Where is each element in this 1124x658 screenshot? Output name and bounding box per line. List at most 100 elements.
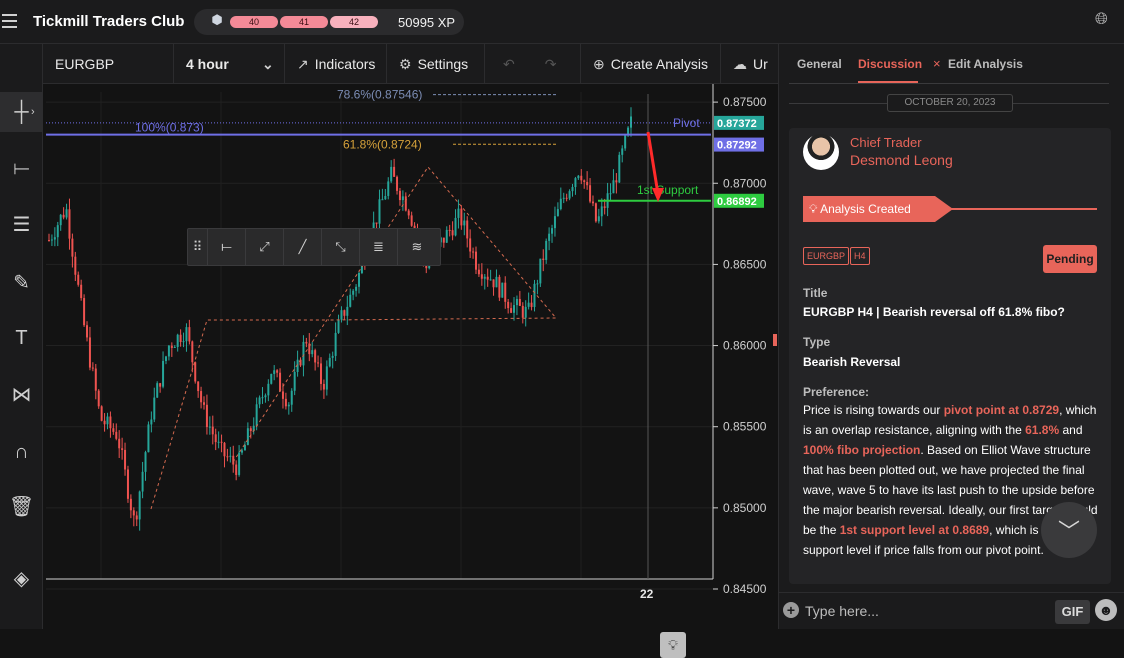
y-tick-label: 0.85500 <box>723 420 767 434</box>
candle-body <box>618 154 621 183</box>
ray-icon[interactable]: ⤢ <box>246 229 284 265</box>
candle-body <box>200 391 203 403</box>
y-tick-label: 0.86000 <box>723 339 767 353</box>
candle-body <box>217 441 220 443</box>
candle-body <box>375 222 378 224</box>
candle-body <box>121 448 124 450</box>
candle-body <box>191 341 194 363</box>
xp-level-1: 40 <box>230 16 278 28</box>
highlighted-text: pivot point at 0.8729 <box>943 403 1060 417</box>
candle-body <box>343 310 346 316</box>
candle-body <box>597 216 600 222</box>
redo-icon[interactable]: ↷ <box>545 56 557 72</box>
hamburger-menu-icon[interactable] <box>2 14 17 28</box>
price-chart[interactable]: 0.87500 0.87000 0.86500 0.86000 0.85500 0.850… <box>43 84 778 658</box>
trash-icon[interactable]: 🗑︎ <box>0 486 43 526</box>
xp-progress[interactable]: ⬢ 40 41 42 50995 XP <box>194 9 464 35</box>
brush-icon[interactable]: ✎ <box>0 262 43 302</box>
candle-body <box>492 279 495 288</box>
candle-body <box>179 334 182 342</box>
candle-body <box>170 345 173 348</box>
tab-discussion[interactable]: Discussion <box>858 57 922 83</box>
chevron-right-icon[interactable]: › <box>31 106 35 118</box>
candle-body <box>173 347 176 349</box>
undo-redo-group: ↶ ↷ <box>485 44 581 84</box>
chart-canvas[interactable]: 0.87500 0.87000 0.86500 0.86000 0.85500 0.850… <box>43 84 778 612</box>
candle-body <box>317 362 320 364</box>
indicators-button[interactable]: ↗ Indicators <box>285 44 387 84</box>
candle-body <box>401 196 404 201</box>
candle-body <box>603 206 606 208</box>
fib-channel-icon[interactable]: ≋ <box>398 229 436 265</box>
gear-icon: ⚙ <box>399 56 412 72</box>
candle-body <box>518 298 521 306</box>
candle-body <box>249 428 252 432</box>
candle-body <box>94 368 97 391</box>
candle-body <box>577 175 580 179</box>
candle-body <box>238 452 241 475</box>
symbol-selector[interactable]: EURGBP <box>43 44 174 84</box>
candle-body <box>235 464 238 475</box>
candle-body <box>358 273 361 287</box>
scroll-down-button[interactable]: ﹀ <box>1041 502 1097 558</box>
line-icon[interactable]: ⟝ <box>0 148 43 188</box>
highlighted-text: 61.8% <box>1025 423 1060 437</box>
candle-body <box>65 209 68 218</box>
candle-body <box>261 397 264 399</box>
magnet-icon[interactable]: ∩ <box>0 432 43 472</box>
drag-handle-icon[interactable]: ⠿ <box>188 229 208 265</box>
y-tick-label: 0.87500 <box>723 95 767 109</box>
horizontal-ray-icon[interactable]: ⟝ <box>208 229 246 265</box>
candle-body <box>71 238 74 257</box>
candle-body <box>273 370 276 374</box>
candle-body <box>545 240 548 260</box>
trend-line-icon[interactable]: ╱ <box>284 229 322 265</box>
candle-body <box>115 431 118 439</box>
tab-general[interactable]: General <box>797 57 842 71</box>
settings-button[interactable]: ⚙ Settings <box>387 44 485 84</box>
candle-body <box>393 166 396 177</box>
emoji-icon[interactable]: ☻ <box>1095 599 1117 621</box>
candle-body <box>188 327 191 342</box>
timeframe-dropdown[interactable]: 4 hour ⌄ <box>174 44 285 84</box>
tab-edit-analysis[interactable]: Edit Analysis <box>948 57 1023 71</box>
symbol-label: EURGBP <box>55 56 115 72</box>
create-analysis-button[interactable]: ⊕ Create Analysis <box>581 44 721 84</box>
candle-body <box>559 198 562 210</box>
extended-line-icon[interactable]: ⤡ <box>322 229 360 265</box>
candle-body <box>229 455 232 457</box>
candle-body <box>410 215 413 226</box>
lightbulb-icon[interactable]: 💡︎ <box>660 632 686 658</box>
candle-body <box>442 237 445 243</box>
layers-icon[interactable]: ◈ <box>0 558 43 598</box>
text-icon[interactable]: T <box>0 318 43 358</box>
fib-icon[interactable]: ☰ <box>0 204 43 244</box>
status-banner: 💡︎ Analysis Created <box>803 196 953 222</box>
gif-button[interactable]: GIF <box>1055 600 1090 624</box>
candle-body <box>91 367 94 369</box>
candle-body <box>349 294 352 307</box>
message-input[interactable] <box>805 599 1045 623</box>
globe-icon[interactable]: 🌐︎ <box>1095 11 1108 29</box>
candle-body <box>530 302 533 308</box>
avatar[interactable] <box>803 134 839 170</box>
candle-body <box>565 197 568 199</box>
candle-body <box>469 238 472 252</box>
crosshair-icon[interactable]: ┼ <box>0 92 43 132</box>
price-tag-label: 0.86892 <box>717 196 757 208</box>
y-tick-label: 0.84500 <box>723 582 767 596</box>
candle-body <box>241 450 244 453</box>
candle-body <box>501 282 504 298</box>
parallel-channel-icon[interactable]: ≣ <box>360 229 398 265</box>
type-label: Type <box>803 335 831 349</box>
pattern-icon[interactable]: ⋈ <box>0 374 43 414</box>
close-icon[interactable]: × <box>933 56 941 71</box>
add-attachment-icon[interactable]: + <box>783 602 799 618</box>
candle-body <box>319 363 322 384</box>
undo-icon[interactable]: ↶ <box>503 56 515 72</box>
status-timeline <box>949 208 1097 210</box>
candle-body <box>270 373 273 384</box>
upload-button[interactable]: ☁ Ur <box>721 44 778 84</box>
author-name[interactable]: Desmond Leong <box>850 152 953 168</box>
candle-body <box>141 471 144 492</box>
